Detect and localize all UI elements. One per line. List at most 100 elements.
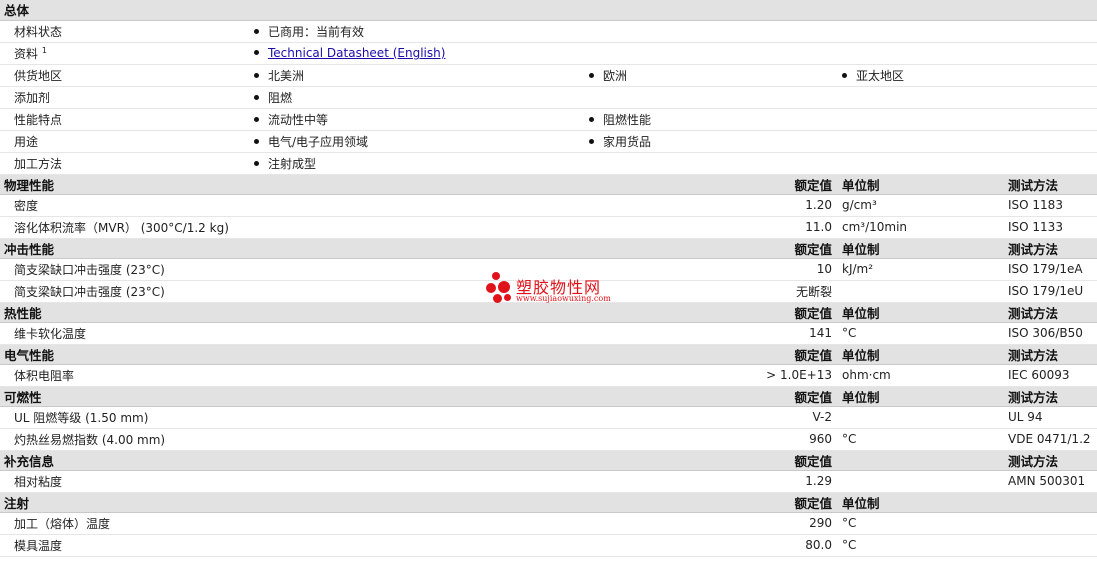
property-name: 简支梁缺口冲击强度 (23°C) xyxy=(0,280,753,303)
info-value-cell: 亚太地区 xyxy=(838,64,1097,87)
method-header: 测试方法 xyxy=(1004,238,1097,259)
property-method: VDE 0471/1.2 xyxy=(1004,428,1097,451)
method-header: 测试方法 xyxy=(1004,386,1097,407)
property-unit xyxy=(838,280,1004,303)
property-method: ISO 1133 xyxy=(1004,216,1097,239)
property-unit: kJ/m² xyxy=(838,258,1004,281)
info-label-text: 供货地区 xyxy=(14,68,63,83)
watermark-url: www.sujiaowuxing.com xyxy=(516,294,611,303)
property-unit: °C xyxy=(838,512,1004,535)
property-unit: °C xyxy=(838,534,1004,557)
property-name: 灼热丝易燃指数 (4.00 mm) xyxy=(0,428,753,451)
datasheet-link[interactable]: Technical Datasheet (English) xyxy=(268,46,445,60)
unit-header: 单位制 xyxy=(838,174,1004,195)
property-value: 960 xyxy=(753,428,838,451)
nominal-header: 额定值 xyxy=(753,302,838,323)
info-value-cell: Technical Datasheet (English) xyxy=(250,42,585,65)
section-title: 冲击性能 xyxy=(0,238,753,259)
info-row: 材料状态 已商用：当前有效 xyxy=(0,20,1097,43)
info-value-cell xyxy=(838,152,1097,175)
property-row: 相对粘度 1.29 AMN 500301 xyxy=(0,470,1097,493)
info-row: 供货地区 北美洲 欧洲 亚太地区 xyxy=(0,64,1097,87)
info-value-cell xyxy=(838,42,1097,65)
property-unit: g/cm³ xyxy=(838,194,1004,217)
section-title: 补充信息 xyxy=(0,450,753,471)
bullet-icon xyxy=(254,160,259,166)
section-title: 可燃性 xyxy=(0,386,753,407)
info-label-text: 材料状态 xyxy=(14,24,63,39)
property-name: 模具温度 xyxy=(0,534,753,557)
info-label-text: 用途 xyxy=(14,134,39,149)
bullet-icon xyxy=(254,28,259,34)
property-method xyxy=(1004,534,1097,557)
property-name: 溶化体积流率（MVR） (300°C/1.2 kg) xyxy=(0,216,753,239)
info-label: 用途 xyxy=(0,130,250,153)
section-header: 物理性能 额定值 单位制 测试方法 xyxy=(0,174,1097,195)
property-value: > 1.0E+13 xyxy=(753,364,838,387)
info-label: 性能特点 xyxy=(0,108,250,131)
info-row: 资料 1 Technical Datasheet (English) xyxy=(0,42,1097,65)
property-method: ISO 179/1eU xyxy=(1004,280,1097,303)
info-row: 加工方法 注射成型 xyxy=(0,152,1097,175)
info-value-cell xyxy=(838,130,1097,153)
info-value-cell: 电气/电子应用领域 xyxy=(250,130,585,153)
property-row: 加工（熔体）温度 290 °C xyxy=(0,512,1097,535)
property-name: 维卡软化温度 xyxy=(0,322,753,345)
unit-header: 单位制 xyxy=(838,302,1004,323)
nominal-header: 额定值 xyxy=(753,492,838,513)
watermark-logo xyxy=(486,272,516,306)
section-title: 物理性能 xyxy=(0,174,753,195)
info-label: 供货地区 xyxy=(0,64,250,87)
info-value: 阻燃性能 xyxy=(603,112,652,127)
nominal-header: 额定值 xyxy=(753,386,838,407)
info-value-cell: 流动性中等 xyxy=(250,108,585,131)
section-header-general: 总体 xyxy=(0,0,1097,21)
property-row: UL 阻燃等级 (1.50 mm) V-2 UL 94 xyxy=(0,406,1097,429)
footnote-marker: 1 xyxy=(41,45,47,55)
unit-header: 单位制 xyxy=(838,238,1004,259)
info-value-cell xyxy=(585,42,838,65)
property-value: 1.20 xyxy=(753,194,838,217)
section-header: 电气性能 额定值 单位制 测试方法 xyxy=(0,344,1097,365)
property-name: 密度 xyxy=(0,194,753,217)
property-method: ISO 306/B50 xyxy=(1004,322,1097,345)
bullet-icon xyxy=(589,116,594,122)
info-value-cell xyxy=(585,20,838,43)
property-unit xyxy=(838,406,1004,429)
method-header: 测试方法 xyxy=(1004,302,1097,323)
property-unit: cm³/10min xyxy=(838,216,1004,239)
info-value: 已商用：当前有效 xyxy=(268,24,365,39)
section-header: 冲击性能 额定值 单位制 测试方法 xyxy=(0,238,1097,259)
info-value-cell: 已商用：当前有效 xyxy=(250,20,585,43)
info-value-cell: 阻燃 xyxy=(250,86,585,109)
property-name: 体积电阻率 xyxy=(0,364,753,387)
method-header: 测试方法 xyxy=(1004,450,1097,471)
info-value-cell: 北美洲 xyxy=(250,64,585,87)
info-value-cell xyxy=(838,108,1097,131)
nominal-header: 额定值 xyxy=(753,238,838,259)
property-row: 密度 1.20 g/cm³ ISO 1183 xyxy=(0,194,1097,217)
property-value: 80.0 xyxy=(753,534,838,557)
info-label: 加工方法 xyxy=(0,152,250,175)
section-title: 总体 xyxy=(0,0,1097,21)
info-value-cell: 欧洲 xyxy=(585,64,838,87)
bullet-icon xyxy=(254,50,259,55)
unit-header: 单位制 xyxy=(838,386,1004,407)
property-unit xyxy=(838,470,1004,493)
info-value-cell: 阻燃性能 xyxy=(585,108,838,131)
info-value-cell xyxy=(585,152,838,175)
info-value-cell: 注射成型 xyxy=(250,152,585,175)
nominal-header: 额定值 xyxy=(753,174,838,195)
property-method: AMN 500301 xyxy=(1004,470,1097,493)
watermark: 塑胶物性网 www.sujiaowuxing.com xyxy=(486,272,626,308)
info-value: 注射成型 xyxy=(268,156,317,171)
info-value: 阻燃 xyxy=(268,90,293,105)
section-header: 注射 额定值 单位制 xyxy=(0,492,1097,513)
nominal-header: 额定值 xyxy=(753,450,838,471)
property-name: 简支梁缺口冲击强度 (23°C) xyxy=(0,258,753,281)
info-value-cell: 家用货品 xyxy=(585,130,838,153)
info-label-text: 性能特点 xyxy=(14,112,63,127)
section-title: 热性能 xyxy=(0,302,753,323)
bullet-icon xyxy=(589,72,594,78)
property-row: 溶化体积流率（MVR） (300°C/1.2 kg) 11.0 cm³/10min I… xyxy=(0,216,1097,239)
